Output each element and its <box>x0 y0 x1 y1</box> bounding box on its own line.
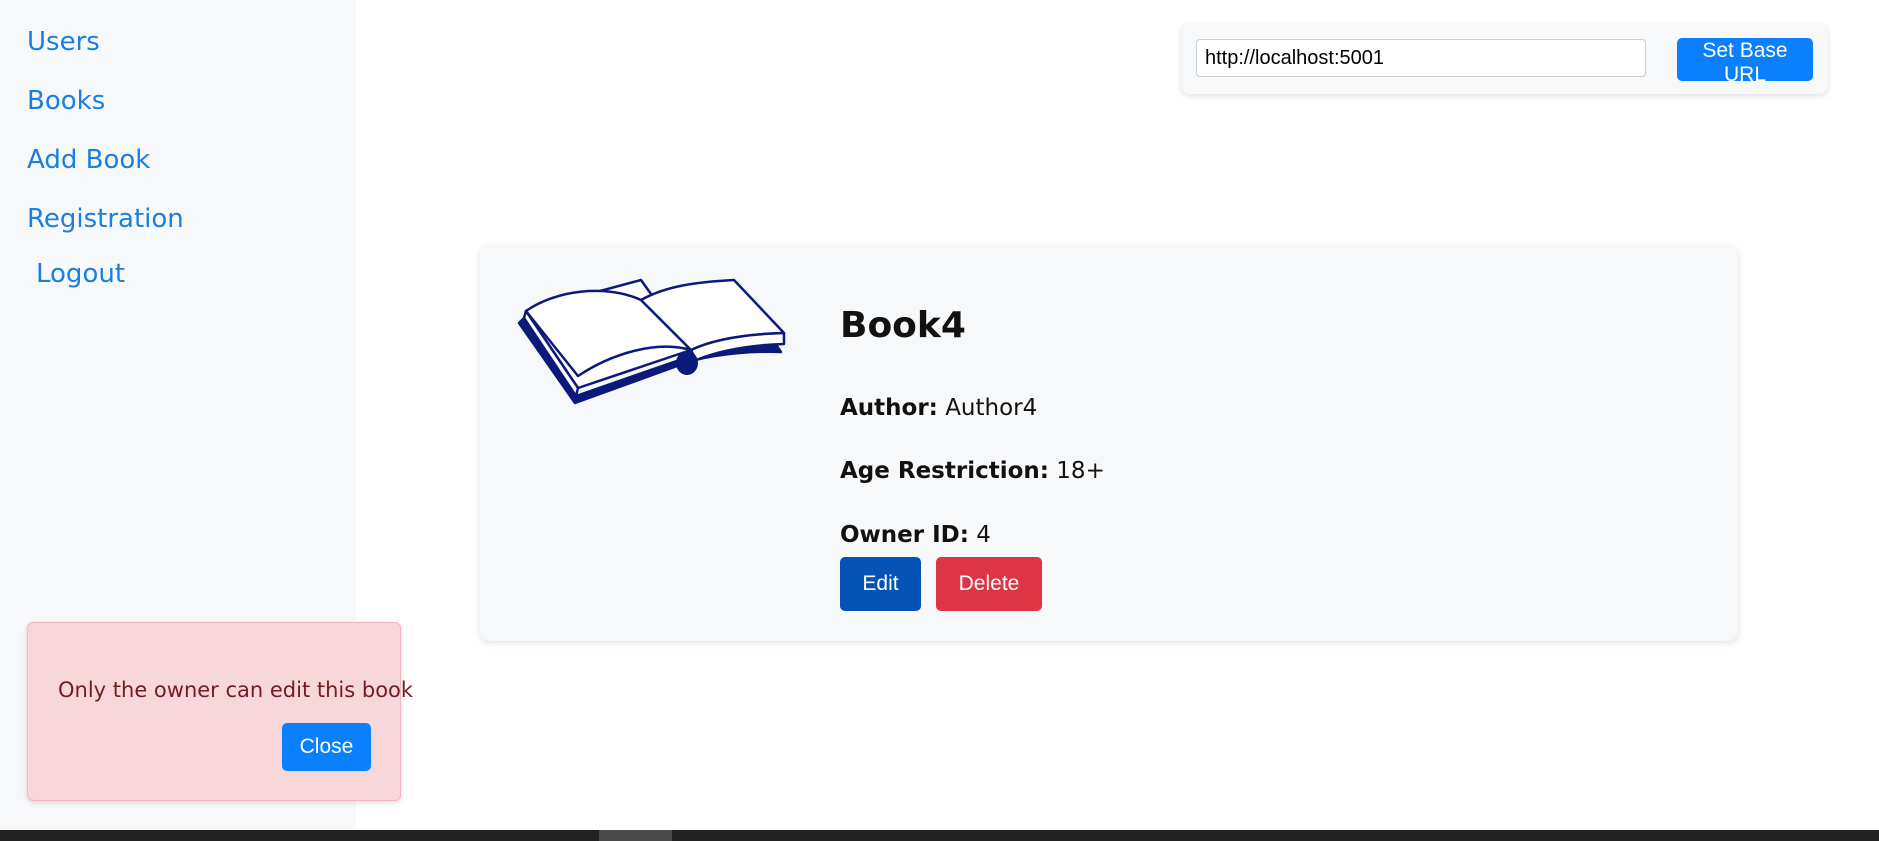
open-book-icon <box>517 278 786 405</box>
set-base-url-button[interactable]: Set Base URL <box>1677 38 1813 86</box>
author-value: Author4 <box>945 395 1038 421</box>
sidebar-item-users[interactable]: Users <box>27 27 100 57</box>
age-restriction-value: 18+ <box>1056 458 1105 484</box>
owner-id-label: Owner ID: <box>840 522 969 548</box>
close-button[interactable]: Close <box>282 723 371 771</box>
sidebar-item-registration[interactable]: Registration <box>27 204 184 234</box>
base-url-input[interactable] <box>1196 39 1646 77</box>
taskbar <box>0 830 1879 841</box>
base-url-panel: Set Base URL <box>1181 23 1828 94</box>
error-alert: Only the owner can edit this book Close <box>27 622 413 801</box>
author-label: Author: <box>840 395 938 421</box>
book-age-restriction: Age Restriction: 18+ <box>840 458 1105 484</box>
book-card: Book4 Author: Author4 Age Restriction: 1… <box>480 245 1738 641</box>
age-restriction-label: Age Restriction: <box>840 458 1049 484</box>
owner-id-value: 4 <box>976 522 991 548</box>
book-owner-id: Owner ID: 4 <box>840 522 991 548</box>
book-title: Book4 <box>840 305 966 346</box>
sidebar-item-books[interactable]: Books <box>27 86 105 116</box>
book-author: Author: Author4 <box>840 395 1037 421</box>
taskbar-active-tab[interactable] <box>599 830 672 841</box>
sidebar-item-logout[interactable]: Logout <box>36 259 125 289</box>
alert-message: Only the owner can edit this book <box>58 678 414 702</box>
edit-button[interactable]: Edit <box>840 557 921 611</box>
sidebar-item-add-book[interactable]: Add Book <box>27 145 150 175</box>
delete-button[interactable]: Delete <box>936 557 1042 611</box>
